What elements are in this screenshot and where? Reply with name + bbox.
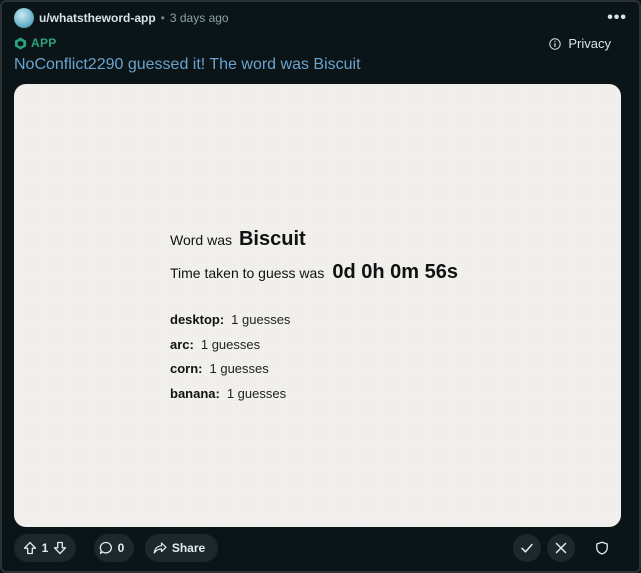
shield-icon	[596, 541, 608, 555]
list-item: banana: 1 guesses	[170, 386, 458, 411]
downvote-arrow-icon[interactable]	[53, 541, 67, 555]
player-guesses: 1 guesses	[209, 361, 269, 376]
x-icon	[555, 542, 567, 554]
comments-button[interactable]: 0	[94, 534, 134, 562]
comment-count: 0	[117, 541, 125, 555]
more-options-icon[interactable]: •••	[607, 9, 627, 27]
username-link[interactable]: u/whatstheword-app	[39, 11, 156, 25]
post-title[interactable]: NoConflict2290 guessed it! The word was …	[14, 56, 361, 74]
privacy-link[interactable]: Privacy	[549, 36, 611, 51]
app-badge: APP	[14, 36, 57, 50]
mod-shield-button[interactable]	[588, 534, 616, 562]
privacy-label: Privacy	[568, 36, 611, 51]
upvote-arrow-icon[interactable]	[23, 541, 37, 555]
player-name: arc:	[170, 336, 194, 352]
player-list: desktop: 1 guesses arc: 1 guesses corn: …	[170, 312, 458, 410]
approve-button[interactable]	[513, 534, 541, 562]
word-value: Biscuit	[238, 228, 306, 250]
game-result: Word was Biscuit Time taken to guess was…	[170, 228, 458, 410]
player-name: banana:	[170, 385, 220, 401]
time-value: 0d 0h 0m 56s	[332, 261, 458, 283]
vote-control: 1	[14, 534, 76, 562]
player-name: desktop:	[170, 312, 225, 327]
player-guesses: 1 guesses	[231, 312, 291, 327]
user-avatar[interactable]	[14, 8, 34, 28]
meta-separator: •	[160, 11, 165, 25]
share-arrow-icon	[153, 542, 167, 554]
checkmark-icon	[521, 543, 533, 553]
share-label: Share	[171, 541, 206, 555]
list-item: arc: 1 guesses	[170, 337, 458, 362]
list-item: desktop: 1 guesses	[170, 312, 458, 337]
app-card: Word was Biscuit Time taken to guess was…	[14, 84, 621, 527]
player-name: corn:	[170, 361, 203, 376]
app-hexagon-icon	[14, 36, 27, 50]
list-item: corn: 1 guesses	[170, 361, 458, 386]
player-guesses: 1 guesses	[226, 385, 287, 401]
post-header: u/whatstheword-app • 3 days ago •••	[14, 7, 627, 29]
post-actions: 1 0 Share	[14, 534, 627, 562]
vote-count: 1	[41, 541, 49, 555]
time-row: Time taken to guess was 0d 0h 0m 56s	[170, 261, 458, 284]
comment-bubble-icon	[99, 541, 112, 555]
post-time: 3 days ago	[169, 11, 229, 25]
player-guesses: 1 guesses	[200, 336, 261, 352]
word-label: Word was	[170, 232, 232, 248]
info-icon	[549, 37, 562, 50]
word-row: Word was Biscuit	[170, 228, 458, 251]
time-label: Time taken to guess was	[170, 265, 325, 281]
app-badge-label: APP	[31, 36, 57, 50]
remove-button[interactable]	[547, 534, 575, 562]
share-button[interactable]: Share	[145, 534, 218, 562]
